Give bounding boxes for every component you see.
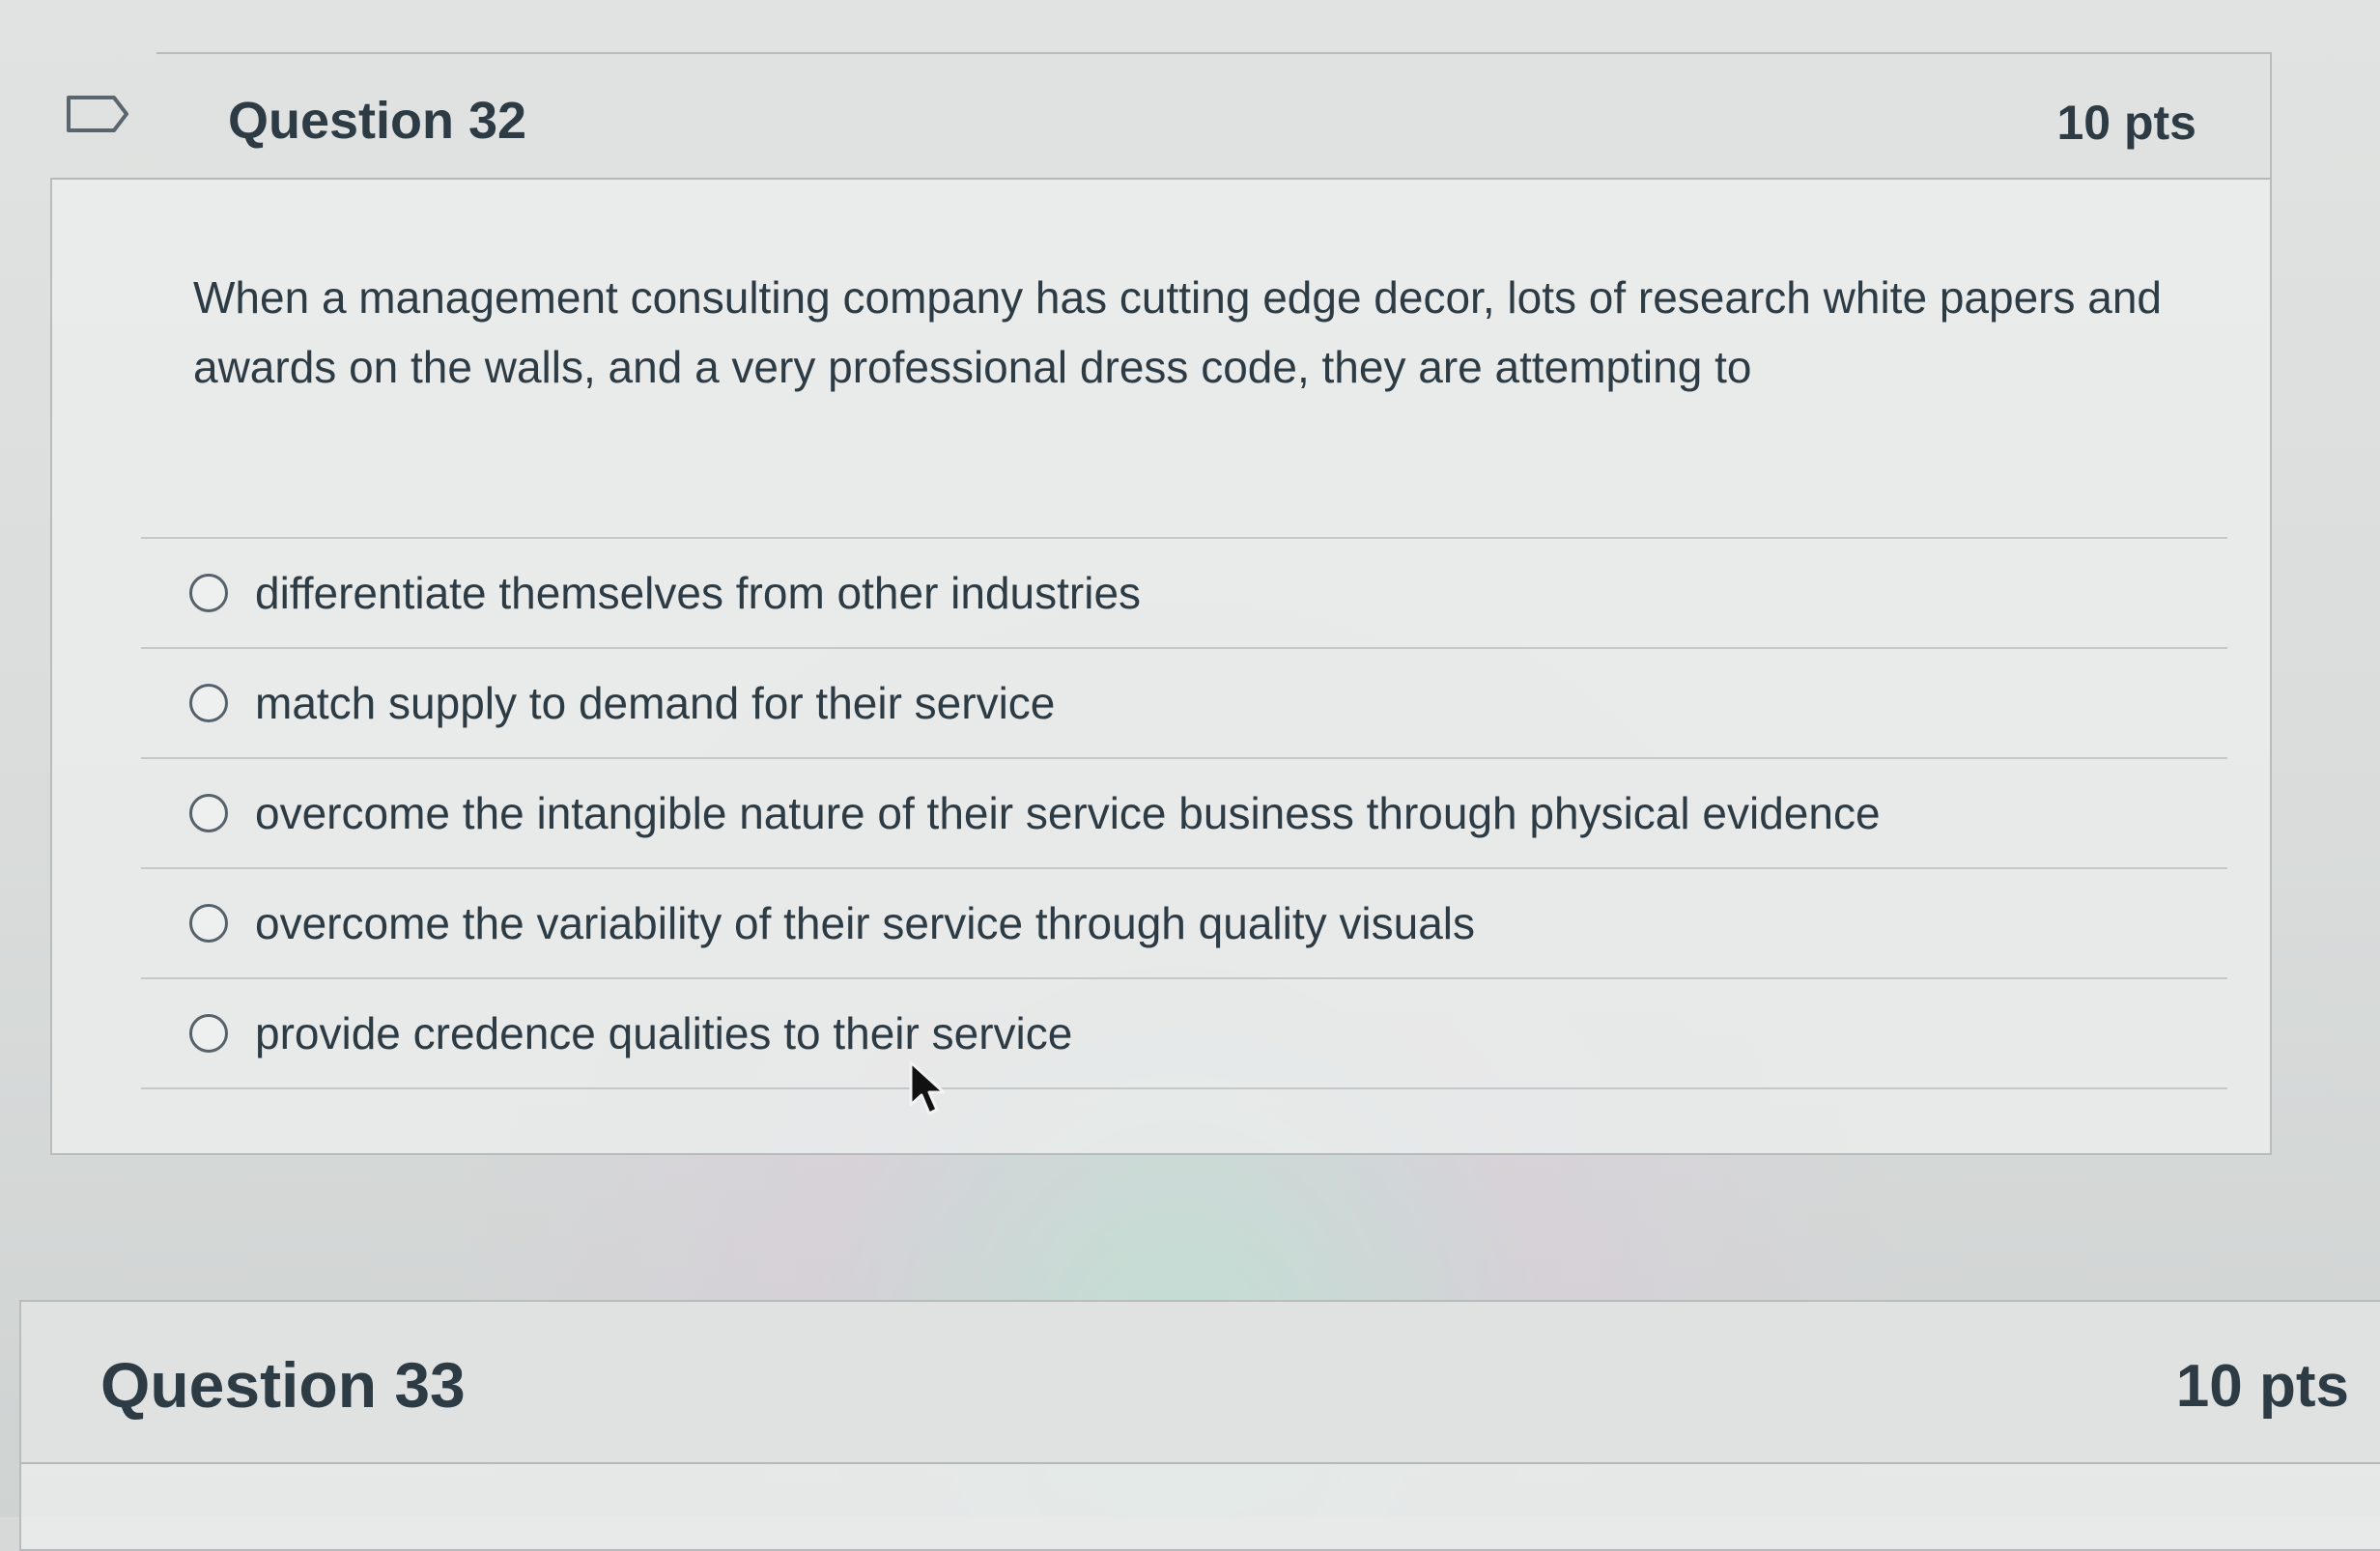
radio-button[interactable]	[189, 574, 228, 612]
question-title: Question 32	[228, 92, 527, 150]
mouse-pointer-icon	[909, 1060, 946, 1115]
answer-option[interactable]: match supply to demand for their service	[141, 649, 2227, 759]
question-text: When a management consulting company has…	[193, 272, 2162, 392]
answer-option[interactable]: overcome the intangible nature of their …	[141, 759, 2227, 869]
quiz-page: Question 32 10 pts When a management con…	[0, 0, 2380, 1551]
question-points: 10 pts	[2175, 1353, 2349, 1420]
answer-label: match supply to demand for their service	[255, 678, 1056, 728]
question-33: Question 33 10 pts	[19, 1300, 2380, 1551]
radio-button[interactable]	[189, 794, 228, 832]
answer-list: differentiate themselves from other indu…	[141, 537, 2227, 1089]
question-32: Question 32 10 pts When a management con…	[50, 52, 2272, 1155]
radio-button[interactable]	[189, 1014, 228, 1053]
answer-label: overcome the variability of their servic…	[255, 898, 1476, 948]
answer-option[interactable]: differentiate themselves from other indu…	[141, 539, 2227, 649]
question-title: Question 33	[100, 1349, 466, 1421]
answer-label: provide credence qualities to their serv…	[255, 1008, 1073, 1058]
answer-option[interactable]: provide credence qualities to their serv…	[141, 979, 2227, 1089]
question-header: Question 32 10 pts	[52, 54, 2270, 180]
question-header: Question 33 10 pts	[21, 1302, 2380, 1464]
bookmark-flag-icon[interactable]	[66, 95, 129, 133]
answer-label: overcome the intangible nature of their …	[255, 788, 1881, 838]
question-points: 10 pts	[2056, 96, 2196, 150]
radio-button[interactable]	[189, 904, 228, 943]
answer-label: differentiate themselves from other indu…	[255, 568, 1142, 618]
answer-option[interactable]: overcome the variability of their servic…	[141, 869, 2227, 979]
radio-button[interactable]	[189, 684, 228, 722]
